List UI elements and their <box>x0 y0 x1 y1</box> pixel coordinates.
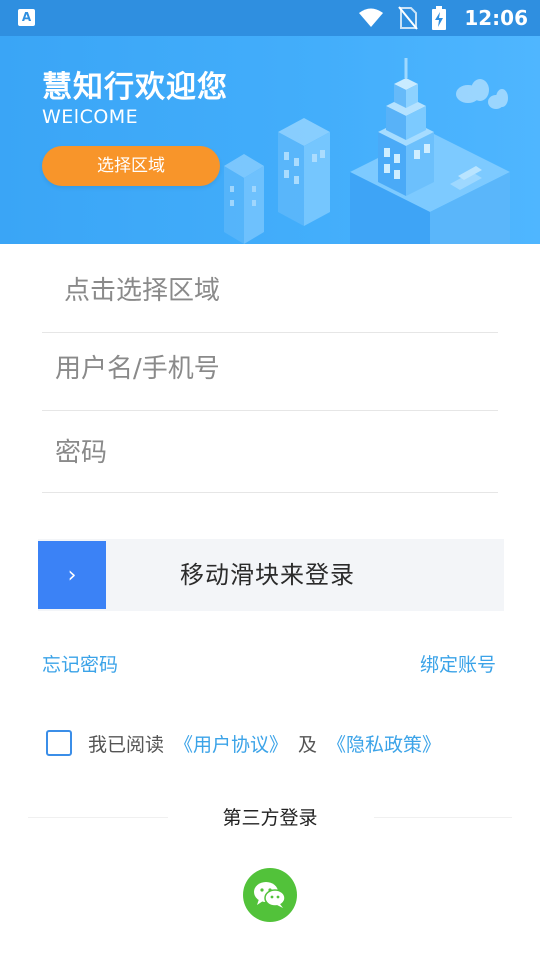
banner-title: 慧知行欢迎您 <box>42 70 228 105</box>
forgot-password-link[interactable]: 忘记密码 <box>42 650 118 677</box>
status-bar: A 12:06 <box>0 0 540 36</box>
welcome-banner: 慧知行欢迎您 WElCOME 选择区域 <box>0 36 540 244</box>
status-icons: 12:06 <box>358 0 528 36</box>
agreement-checkbox[interactable] <box>46 730 72 756</box>
battery-charging-icon <box>432 6 447 30</box>
select-region-button[interactable]: 选择区域 <box>42 146 220 186</box>
city-illustration <box>224 58 510 244</box>
wechat-icon <box>254 882 286 908</box>
password-field[interactable] <box>42 426 511 493</box>
bind-account-link[interactable]: 绑定账号 <box>420 650 496 677</box>
username-input[interactable] <box>42 344 511 394</box>
third-party-divider: 第三方登录 <box>0 803 540 833</box>
privacy-policy-link[interactable]: 《隐私政策》 <box>327 730 441 757</box>
banner-subtitle: WElCOME <box>42 106 139 128</box>
region-select-input[interactable] <box>42 266 520 316</box>
agreement-row: 我已阅读 《用户协议》 及 《隐私政策》 <box>46 728 441 758</box>
app-notification-icon: A <box>18 9 35 26</box>
agreement-conjunction: 及 <box>298 733 318 756</box>
slide-to-login[interactable]: › 移动滑块来登录 <box>38 539 504 611</box>
chevron-right-icon: › <box>67 562 77 588</box>
user-agreement-link[interactable]: 《用户协议》 <box>174 730 288 757</box>
slider-handle[interactable]: › <box>38 541 106 609</box>
third-party-label: 第三方登录 <box>222 807 318 829</box>
clock: 12:06 <box>464 6 528 30</box>
username-field[interactable] <box>42 344 511 411</box>
password-input[interactable] <box>42 426 511 480</box>
wifi-icon <box>359 8 384 27</box>
no-sim-icon <box>398 6 419 30</box>
wechat-login-button[interactable] <box>243 868 297 922</box>
agreement-prefix: 我已阅读 <box>88 733 165 756</box>
region-select-field[interactable] <box>42 266 520 333</box>
slider-label: 移动滑块来登录 <box>180 561 355 589</box>
